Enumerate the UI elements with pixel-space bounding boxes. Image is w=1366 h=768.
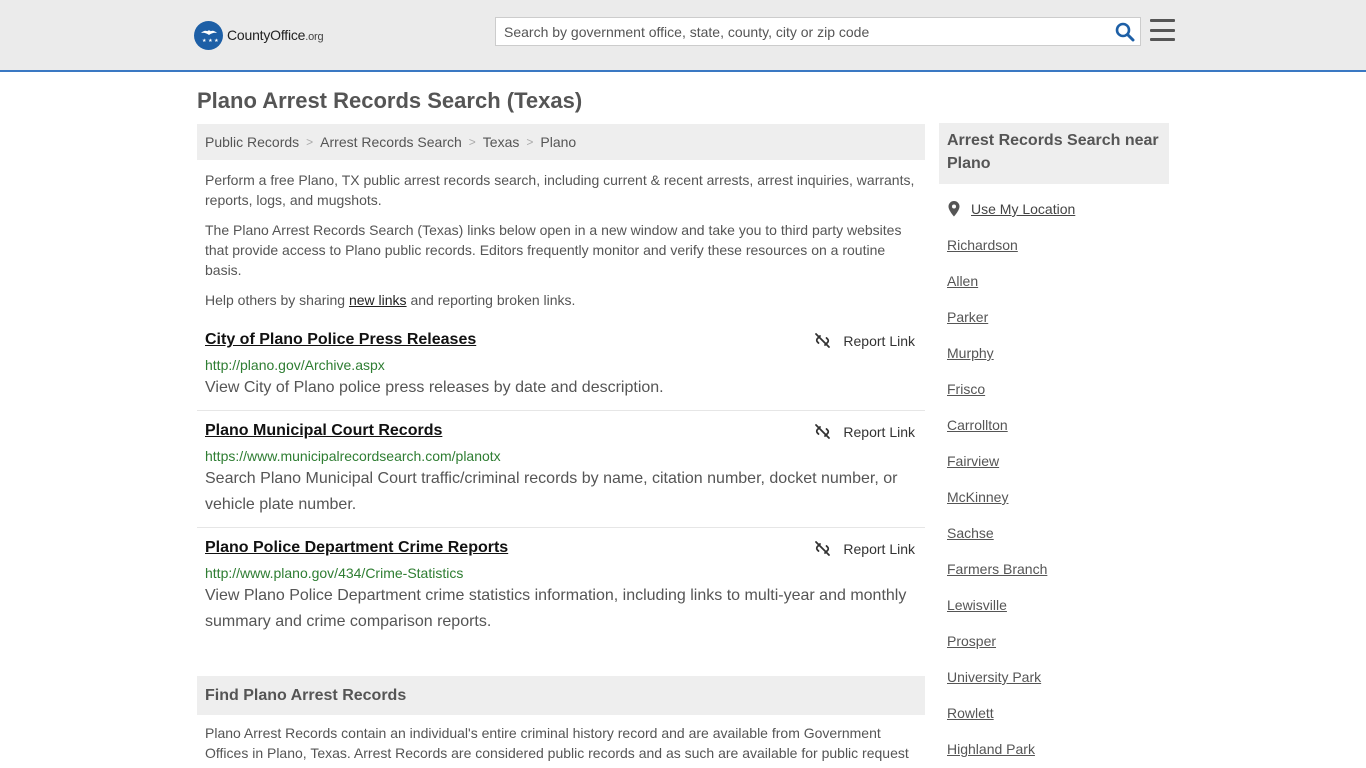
sidebar-city-frisco[interactable]: Frisco	[947, 381, 985, 397]
find-section-header: Find Plano Arrest Records	[197, 676, 925, 715]
search-input[interactable]	[496, 18, 1108, 45]
result-description: View Plano Police Department crime stati…	[205, 587, 907, 630]
result-item: City of Plano Police Press Releases Repo…	[197, 322, 925, 411]
broken-link-icon	[815, 541, 831, 556]
broken-link-icon	[815, 333, 831, 348]
find-section-text: Plano Arrest Records contain an individu…	[205, 725, 909, 761]
search-icon[interactable]	[1114, 21, 1136, 43]
result-item: Plano Police Department Crime Reports Re…	[197, 528, 925, 648]
use-my-location-link[interactable]: Use My Location	[971, 201, 1075, 217]
use-location-row: Use My Location	[947, 200, 1075, 218]
page-title: Plano Arrest Records Search (Texas)	[197, 88, 583, 113]
sidebar-city-lewisville[interactable]: Lewisville	[947, 597, 1007, 613]
sidebar-city-farmers-branch[interactable]: Farmers Branch	[947, 561, 1047, 577]
result-description: Search Plano Municipal Court traffic/cri…	[205, 470, 898, 513]
svg-text:★ ★ ★: ★ ★ ★	[202, 38, 219, 44]
sidebar-city-prosper[interactable]: Prosper	[947, 633, 996, 649]
site-logo[interactable]: ★ ★ ★ CountyOffice.org	[194, 20, 324, 50]
map-pin-icon	[948, 201, 960, 217]
disclaimer-paragraph: The Plano Arrest Records Search (Texas) …	[205, 222, 902, 278]
report-link-button[interactable]: Report Link	[814, 540, 915, 557]
report-link-button[interactable]: Report Link	[814, 332, 915, 349]
site-header: ★ ★ ★ CountyOffice.org	[0, 0, 1366, 72]
breadcrumb-plano[interactable]: Plano	[540, 134, 576, 150]
sidebar-city-mckinney[interactable]: McKinney	[947, 489, 1008, 505]
sidebar-city-murphy[interactable]: Murphy	[947, 345, 994, 361]
sidebar-city-richardson[interactable]: Richardson	[947, 237, 1018, 253]
result-title-link[interactable]: City of Plano Police Press Releases	[205, 331, 476, 349]
sidebar-city-allen[interactable]: Allen	[947, 273, 978, 289]
sidebar-city-university-park[interactable]: University Park	[947, 669, 1041, 685]
sidebar-city-parker[interactable]: Parker	[947, 309, 988, 325]
intro-paragraph: Perform a free Plano, TX public arrest r…	[205, 172, 915, 208]
logo-wordmark: CountyOffice.org	[227, 27, 324, 43]
report-link-button[interactable]: Report Link	[814, 423, 915, 440]
breadcrumb-separator: >	[306, 135, 314, 149]
sidebar-city-highland-park[interactable]: Highland Park	[947, 741, 1035, 757]
sidebar-header: Arrest Records Search near Plano	[939, 123, 1169, 184]
sidebar-city-sachse[interactable]: Sachse	[947, 525, 994, 541]
result-title-link[interactable]: Plano Police Department Crime Reports	[205, 539, 508, 557]
result-item: Plano Municipal Court Records Report Lin…	[197, 411, 925, 528]
breadcrumb-arrest-records-search[interactable]: Arrest Records Search	[320, 134, 462, 150]
new-links-link[interactable]: new links	[349, 292, 407, 308]
search-box	[495, 17, 1141, 46]
sidebar-city-rowlett[interactable]: Rowlett	[947, 705, 994, 721]
result-url-link[interactable]: https://www.municipalrecordsearch.com/pl…	[205, 448, 501, 464]
breadcrumb-separator: >	[468, 135, 476, 149]
result-title-link[interactable]: Plano Municipal Court Records	[205, 422, 442, 440]
broken-link-icon	[815, 424, 831, 439]
hamburger-menu-icon[interactable]	[1150, 19, 1175, 41]
result-url-link[interactable]: http://plano.gov/Archive.aspx	[205, 357, 385, 373]
result-url-link[interactable]: http://www.plano.gov/434/Crime-Statistic…	[205, 565, 463, 581]
share-paragraph: Help others by sharing new links and rep…	[205, 292, 576, 308]
sidebar-city-fairview[interactable]: Fairview	[947, 453, 999, 469]
breadcrumb-separator: >	[526, 135, 534, 149]
sidebar-city-carrollton[interactable]: Carrollton	[947, 417, 1008, 433]
result-description: View City of Plano police press releases…	[205, 379, 664, 396]
breadcrumb-public-records[interactable]: Public Records	[205, 134, 299, 150]
seal-icon: ★ ★ ★	[194, 20, 223, 50]
breadcrumb-texas[interactable]: Texas	[483, 134, 520, 150]
breadcrumb: Public Records > Arrest Records Search >…	[197, 124, 925, 160]
